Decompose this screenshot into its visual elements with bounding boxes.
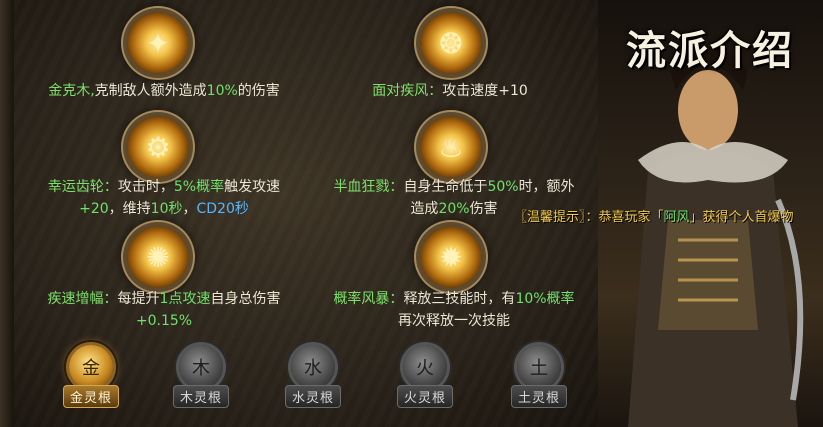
element-button-wood[interactable]: 木 木灵根 [168, 345, 234, 411]
skill-6-text-b: 再次释放一次技能 [398, 313, 510, 329]
sword-glow-icon[interactable]: ✦ [127, 12, 189, 74]
skill-6-text: 释放三技能时，有 [403, 291, 516, 307]
element-label-earth: 土灵根 [510, 385, 567, 408]
element-button-water[interactable]: 水 水灵根 [280, 345, 346, 411]
skill-2-text: 攻击速度+10 [442, 83, 528, 99]
element-label-water: 水灵根 [284, 385, 341, 408]
skill-5-text: 每提升 [117, 291, 160, 307]
fire-emblem-icon: 火 [403, 345, 447, 389]
storm-swirl-icon[interactable]: ✹ [420, 226, 482, 288]
skill-6-chance: 10%概率 [515, 291, 575, 307]
skill-1-value: 10% [206, 83, 238, 99]
system-announcement: 〖温馨提示〗：恭喜玩家「阿风」获得个人首爆物 [514, 206, 794, 225]
skill-3-name: 幸运齿轮： [47, 179, 118, 195]
rage-figure-icon[interactable]: ♨ [420, 116, 482, 178]
skill-2-name: 面对疾风： [372, 83, 443, 99]
element-label-wood: 木灵根 [172, 385, 229, 408]
skill-1-text: 克制敌人额外造成 [94, 83, 207, 99]
element-button-metal[interactable]: 金 金灵根 [58, 345, 124, 411]
wood-emblem-icon: 木 [179, 345, 223, 389]
skill-3-desc: 幸运齿轮：攻击时，5%概率触发攻速 +20，维持10秒，CD20秒 [24, 176, 304, 220]
announcement-prefix: 〖温馨提示〗：恭喜玩家「 [514, 210, 664, 225]
speed-burst-icon[interactable]: ✺ [127, 226, 189, 288]
skill-3-text: 攻击时， [117, 179, 174, 195]
metal-emblem-icon: 金 [69, 345, 113, 389]
announcement-player[interactable]: 阿风 [664, 210, 690, 225]
skill-3-chance: 5%概率 [173, 179, 225, 195]
water-emblem-icon: 水 [291, 345, 335, 389]
skill-4-text-b: 时，额外 [518, 179, 575, 195]
skill-4-threshold: 50% [487, 179, 519, 195]
skill-3-text-c: ，维持 [108, 201, 151, 217]
skill-5-unit: 1点攻速 [159, 291, 211, 307]
element-button-earth[interactable]: 土 土灵根 [506, 345, 572, 411]
skill-4-name: 半血狂戮： [333, 179, 404, 195]
skill-5-value: +0.15% [135, 313, 193, 329]
page-title: 流派介绍 [626, 27, 794, 74]
skill-3-duration: 10秒 [150, 201, 183, 217]
element-label-fire: 火灵根 [396, 385, 453, 408]
skill-1-desc: 金克木,克制敌人额外造成10%的伤害 [24, 80, 304, 102]
skill-5-text-b: 自身总伤害 [210, 291, 281, 307]
skill-6-desc: 概率风暴：释放三技能时，有10%概率 再次释放一次技能 [304, 288, 604, 332]
skill-3-bonus: +20 [79, 201, 109, 217]
skill-3-sep: ， [182, 201, 197, 217]
element-button-fire[interactable]: 火 火灵根 [392, 345, 458, 411]
skill-5-name: 疾速增幅： [47, 291, 118, 307]
left-border [0, 0, 15, 427]
skill-3-text-b: 触发攻速 [224, 179, 281, 195]
skill-4-text: 自身生命低于 [403, 179, 488, 195]
game-window: ✦ 金克木,克制敌人额外造成10%的伤害 ❂ 面对疾风：攻击速度+10 ⚙ 幸运… [0, 0, 823, 427]
skill-4-text-d: 伤害 [469, 201, 498, 217]
skill-1-text-end: 的伤害 [237, 83, 280, 99]
gear-ring-icon[interactable]: ⚙ [127, 116, 189, 178]
skill-6-name: 概率风暴： [333, 291, 404, 307]
skill-4-value: 20% [438, 201, 470, 217]
skill-1-name: 金克木, [48, 83, 95, 99]
skill-5-desc: 疾速增幅：每提升1点攻速自身总伤害 +0.15% [24, 288, 304, 332]
skill-4-text-c: 造成 [410, 201, 439, 217]
skill-3-cooldown: CD20秒 [196, 201, 249, 217]
announcement-suffix: 」获得个人首爆物 [689, 210, 794, 225]
earth-emblem-icon: 土 [517, 345, 561, 389]
wind-fire-icon[interactable]: ❂ [420, 12, 482, 74]
skill-2-desc: 面对疾风：攻击速度+10 [310, 80, 590, 102]
element-label-metal: 金灵根 [62, 385, 119, 408]
